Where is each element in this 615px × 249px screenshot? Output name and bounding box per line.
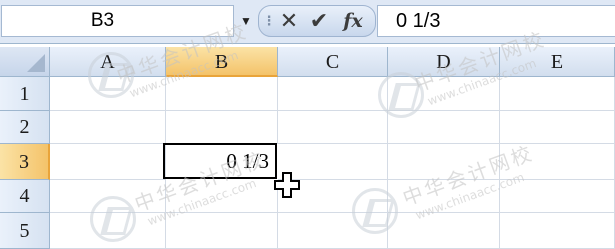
insert-function-button[interactable]: fx [339, 6, 367, 36]
row-header-4[interactable]: 4 [0, 180, 50, 213]
column-header-d[interactable]: D [388, 47, 500, 77]
enter-icon[interactable]: ✔ [305, 6, 333, 36]
cell-c2[interactable] [278, 111, 388, 144]
cell-e3[interactable] [500, 144, 615, 180]
cell-d2[interactable] [388, 111, 500, 144]
cell-e5[interactable] [500, 213, 615, 249]
cancel-icon[interactable]: ✕ [275, 6, 303, 36]
cell-b1[interactable] [166, 77, 278, 111]
row-header-5[interactable]: 5 [0, 213, 50, 249]
worksheet-grid: A B C D E 1 2 3 4 5 0 1/3 [0, 47, 615, 249]
cell-b2[interactable] [166, 111, 278, 144]
formula-bar: B3 ▼ ⋮ ✕ ✔ fx 0 1/3 [0, 0, 615, 44]
cell-c1[interactable] [278, 77, 388, 111]
cell-d5[interactable] [388, 213, 500, 249]
cell-e2[interactable] [500, 111, 615, 144]
cell-e4[interactable] [500, 180, 615, 213]
cell-d1[interactable] [388, 77, 500, 111]
cell-a4[interactable] [50, 180, 166, 213]
cell-a5[interactable] [50, 213, 166, 249]
active-cell-b3[interactable]: 0 1/3 [163, 143, 277, 179]
formula-buttons-strip: ⋮ ✕ ✔ fx [258, 5, 376, 37]
column-header-e[interactable]: E [500, 47, 615, 77]
row-header-3[interactable]: 3 [0, 144, 50, 180]
cell-a3[interactable] [50, 144, 166, 180]
cell-b4[interactable] [166, 180, 278, 213]
formula-input[interactable]: 0 1/3 [377, 5, 615, 37]
column-header-b[interactable]: B [166, 47, 278, 77]
row-header-2[interactable]: 2 [0, 111, 50, 144]
cell-a1[interactable] [50, 77, 166, 111]
cell-c5[interactable] [278, 213, 388, 249]
name-box-dropdown-arrow-icon[interactable]: ▼ [234, 5, 258, 37]
cell-d3[interactable] [388, 144, 500, 180]
cell-d4[interactable] [388, 180, 500, 213]
cell-a2[interactable] [50, 111, 166, 144]
cell-b5[interactable] [166, 213, 278, 249]
name-box[interactable]: B3 [1, 5, 234, 37]
select-all-button[interactable] [0, 47, 50, 77]
row-header-1[interactable]: 1 [0, 77, 50, 111]
column-header-c[interactable]: C [278, 47, 388, 77]
select-all-triangle-icon [27, 54, 45, 72]
cell-e1[interactable] [500, 77, 615, 111]
column-header-a[interactable]: A [50, 47, 166, 77]
cross-cursor-icon [274, 172, 300, 198]
